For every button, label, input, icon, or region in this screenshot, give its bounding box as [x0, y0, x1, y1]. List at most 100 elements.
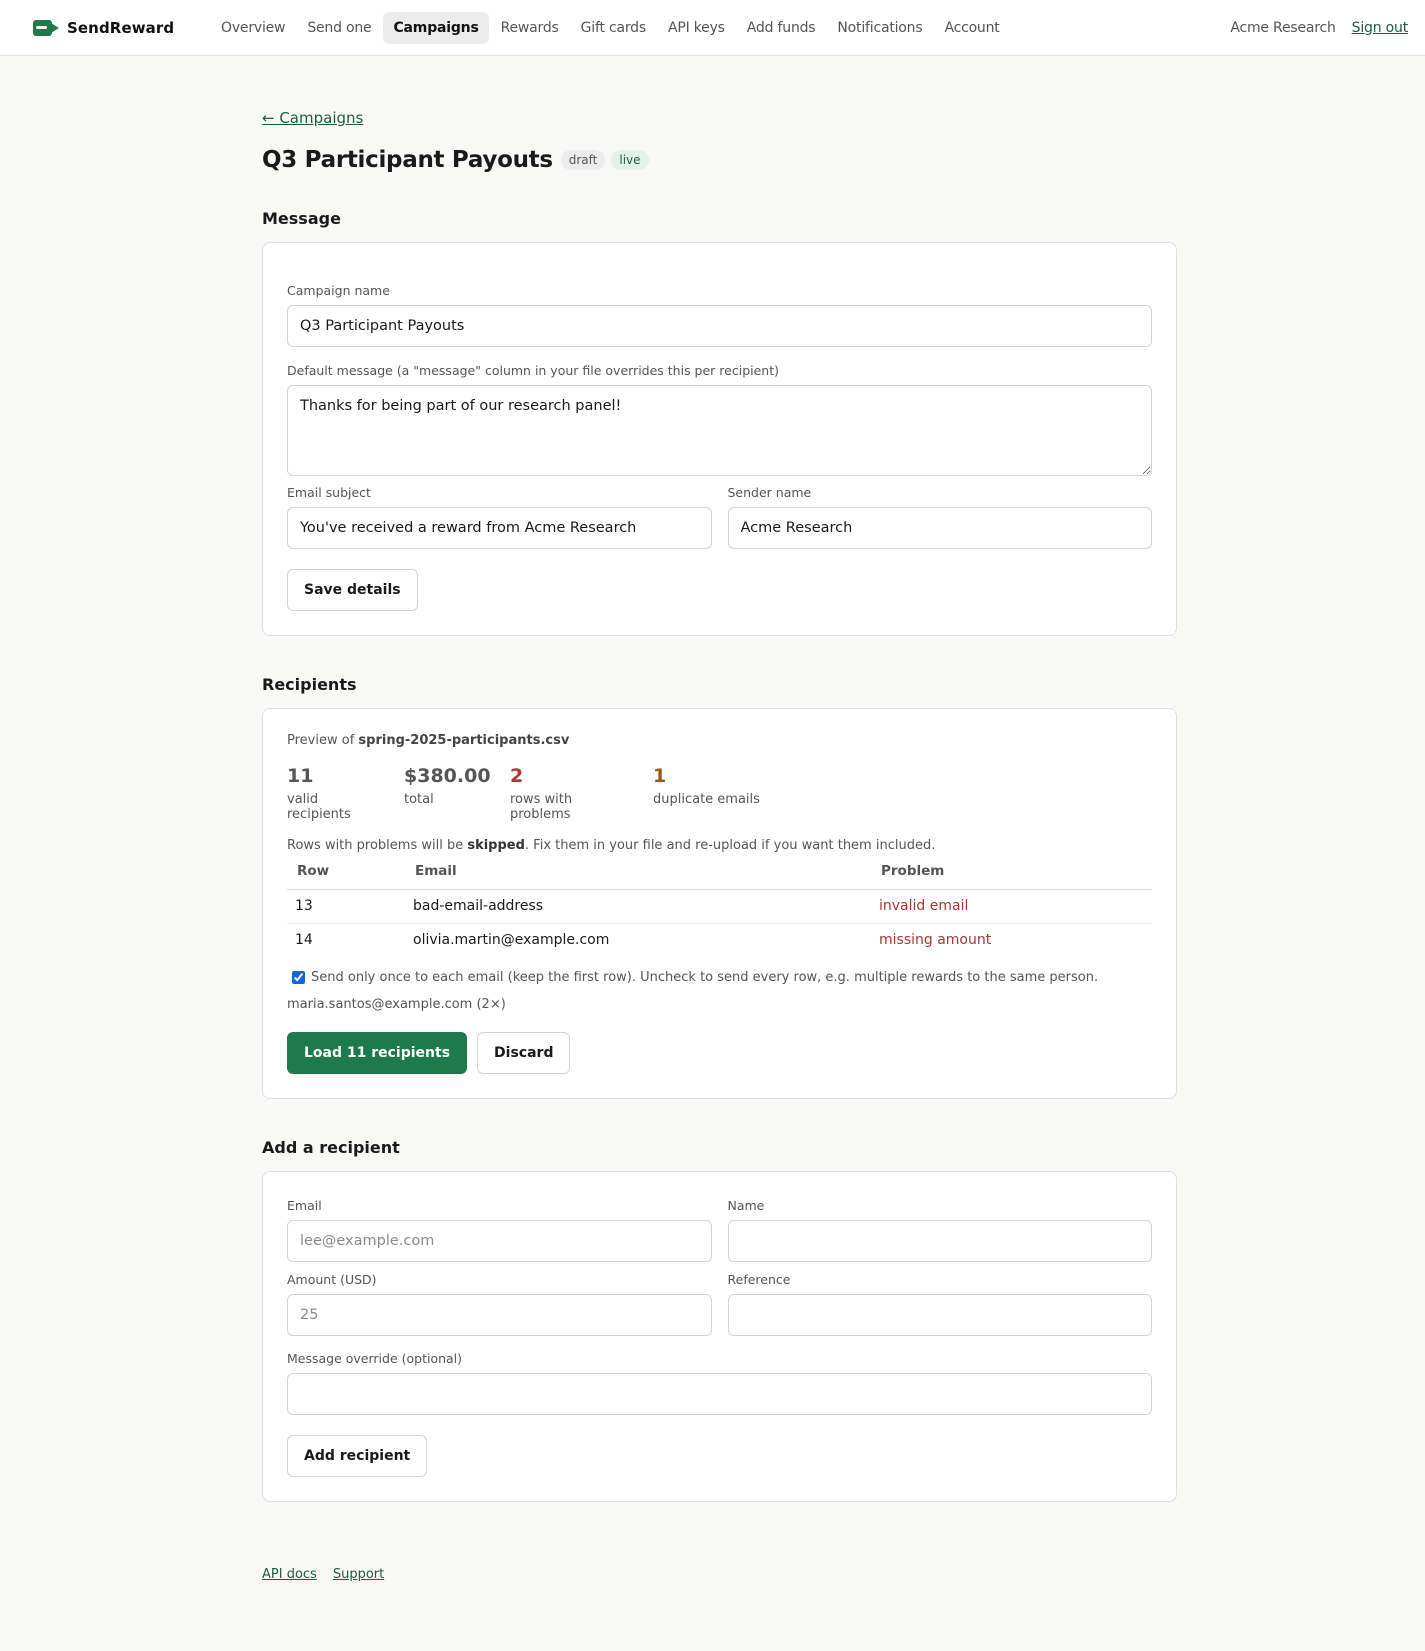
stat-label: valid recipients: [287, 791, 351, 822]
stat-valid-recipients: 11 valid recipients: [287, 765, 376, 822]
stat-value: $380.00: [404, 765, 491, 787]
campaign-name-input[interactable]: [287, 305, 1152, 347]
skip-note-suffix: . Fix them in your file and re-upload if…: [524, 837, 936, 853]
amount-label: Amount (USD): [287, 1271, 377, 1287]
nav-item-account[interactable]: Account: [934, 12, 1009, 44]
campaign-name-label: Campaign name: [287, 283, 390, 298]
stat-duplicate-emails: 1 duplicate emails: [653, 765, 760, 822]
email-subject-group: Email subject: [287, 485, 712, 549]
table-row: 14 olivia.martin@example.com missing amo…: [287, 923, 1152, 957]
duplicate-email-list: maria.santos@example.com (2×): [287, 996, 506, 1012]
brand[interactable]: SendReward: [33, 19, 211, 37]
message-override-input[interactable]: [287, 1372, 1152, 1415]
stat-value: 11: [287, 765, 314, 787]
column-header-email: Email: [405, 854, 871, 890]
email-name-row: Email Name: [287, 1198, 1152, 1262]
preview-file-name: spring-2025-participants.csv: [358, 733, 570, 748]
back-to-campaigns-link[interactable]: ← Campaigns: [262, 109, 363, 127]
cell-problem: invalid email: [871, 889, 1152, 924]
recipient-email-input[interactable]: [287, 1219, 712, 1262]
api-docs-link[interactable]: API docs: [262, 1567, 317, 1582]
email-subject-input[interactable]: [287, 507, 712, 549]
add-recipient-button[interactable]: Add recipient: [287, 1434, 428, 1477]
recipient-name-input[interactable]: [727, 1219, 1152, 1262]
column-header-problem: Problem: [871, 854, 1152, 890]
discard-button[interactable]: Discard: [477, 1031, 571, 1074]
stat-total: $380.00 total: [404, 765, 491, 822]
skip-note-prefix: Rows with problems will be: [287, 837, 468, 853]
recipient-reference-input[interactable]: [727, 1293, 1152, 1336]
stat-value: 1: [653, 765, 667, 787]
save-details-button[interactable]: Save details: [287, 569, 418, 611]
table-row: 13 bad-email-address invalid email: [287, 889, 1152, 924]
nav-item-gift-cards[interactable]: Gift cards: [571, 12, 656, 44]
stat-rows-with-problems: 2 rows with problems: [510, 765, 625, 822]
sender-name-label: Sender name: [727, 485, 812, 500]
cell-email: bad-email-address: [405, 889, 871, 924]
name-group: Name: [727, 1197, 1152, 1262]
stat-label: duplicate emails: [653, 791, 760, 807]
amount-group: Amount (USD): [287, 1272, 712, 1336]
user-area: Acme Research Sign out: [1230, 20, 1408, 36]
stat-label: total: [404, 791, 434, 807]
reference-label: Reference: [727, 1271, 791, 1287]
summary-stats: 11 valid recipients $380.00 total 2 rows…: [287, 765, 1152, 822]
nav-item-overview[interactable]: Overview: [211, 12, 295, 44]
dedupe-checkbox[interactable]: [292, 970, 305, 984]
email-group: Email: [287, 1198, 712, 1262]
status-badge-live: live: [611, 150, 649, 170]
message-override-label: Message override (optional): [287, 1350, 463, 1366]
problem-rows-table: Row Email Problem 13 bad-email-address i…: [287, 854, 1152, 957]
top-navbar: SendReward Overview Send one Campaigns R…: [0, 0, 1425, 56]
cell-problem: missing amount: [879, 931, 992, 948]
add-recipient-section-title: Add a recipient: [262, 1137, 400, 1157]
sign-out-link[interactable]: Sign out: [1352, 20, 1409, 36]
recipients-card: Preview of spring-2025-participants.csv …: [262, 708, 1177, 1099]
page-header: Q3 Participant Payouts draft live: [262, 147, 1177, 173]
main-content: ← Campaigns Q3 Participant Payouts draft…: [262, 56, 1177, 1582]
nav-item-add-funds[interactable]: Add funds: [737, 12, 826, 44]
sendreward-logo-icon: [33, 19, 59, 37]
nav-item-api-keys[interactable]: API keys: [658, 12, 735, 44]
main-nav: Overview Send one Campaigns Rewards Gift…: [211, 11, 1010, 44]
org-name: Acme Research: [1230, 19, 1336, 36]
nav-item-campaigns[interactable]: Campaigns: [383, 11, 489, 44]
recipient-amount-input[interactable]: [287, 1293, 712, 1336]
preview-line: Preview of spring-2025-participants.csv: [287, 733, 1152, 748]
message-section-title: Message: [262, 209, 341, 228]
load-recipients-button[interactable]: Load 11 recipients: [287, 1031, 468, 1074]
table-header-row: Row Email Problem: [287, 854, 1152, 890]
nav-item-rewards[interactable]: Rewards: [491, 12, 569, 44]
sender-name-input[interactable]: [727, 507, 1152, 549]
status-badge-draft: draft: [560, 150, 606, 170]
email-label: Email: [287, 1197, 322, 1213]
default-message-label: Default message (a "message" column in y…: [287, 363, 779, 378]
sender-name-group: Sender name: [727, 485, 1152, 549]
stat-label: rows with problems: [510, 791, 573, 822]
email-subject-label: Email subject: [287, 485, 371, 500]
preview-prefix: Preview of: [287, 733, 359, 748]
page-footer: API docs Support: [262, 1567, 1177, 1582]
recipients-section-title: Recipients: [262, 675, 357, 694]
cell-row: 14: [295, 931, 313, 948]
stat-value: 2: [510, 765, 524, 787]
recipients-actions: Load 11 recipients Discard: [287, 1031, 1152, 1074]
dedupe-label: Send only once to each email (keep the f…: [311, 969, 1099, 985]
column-header-row: Row: [287, 854, 405, 890]
dedupe-option[interactable]: Send only once to each email (keep the f…: [287, 970, 1152, 985]
default-message-textarea[interactable]: Thanks for being part of our research pa…: [287, 385, 1152, 476]
support-link[interactable]: Support: [333, 1567, 384, 1582]
reference-group: Reference: [727, 1271, 1152, 1336]
name-label: Name: [727, 1197, 765, 1213]
message-card: Campaign name Default message (a "messag…: [262, 242, 1177, 636]
add-recipient-card: Email Name Amount (USD) Reference Messag…: [262, 1170, 1177, 1502]
cell-email: olivia.martin@example.com: [413, 931, 610, 948]
nav-item-notifications[interactable]: Notifications: [827, 12, 932, 44]
brand-name: SendReward: [67, 18, 175, 37]
subject-sender-row: Email subject Sender name: [287, 485, 1152, 549]
nav-item-send-one[interactable]: Send one: [297, 12, 381, 44]
skip-note-bold: skipped: [467, 837, 525, 853]
amount-reference-row: Amount (USD) Reference: [287, 1272, 1152, 1336]
cell-row: 13: [287, 889, 405, 924]
skip-note: Rows with problems will be skipped. Fix …: [287, 838, 1152, 853]
